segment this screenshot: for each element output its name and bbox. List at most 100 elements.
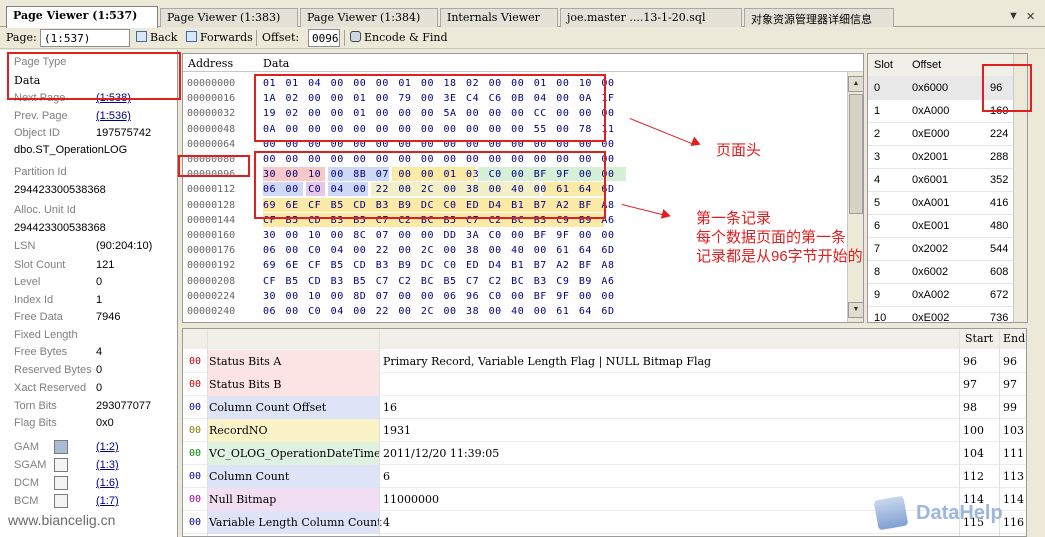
slot-value: 480	[990, 220, 1009, 232]
site-watermark: www.biancelig.cn	[8, 512, 116, 528]
slot-row[interactable]: 4 0x6001 352	[868, 169, 1027, 192]
field-name: Status Bits B	[207, 373, 379, 396]
field-name: RecordNO	[207, 419, 379, 442]
slot-offset: 0xE002	[912, 312, 950, 323]
address-column-header: Address	[188, 57, 234, 70]
dcm-checkbox[interactable]	[54, 476, 68, 490]
tab-object-explorer-details[interactable]: 对象资源管理器详细信息	[744, 8, 894, 27]
bcm-checkbox[interactable]	[54, 494, 68, 508]
start-column-header: Start	[965, 332, 994, 345]
object-id-value: 197575742	[96, 127, 152, 139]
back-button[interactable]: Back	[136, 31, 177, 44]
hex-address: 00000192	[187, 260, 236, 272]
slot-value: 544	[990, 243, 1009, 255]
page-properties-panel: Page Type Data Next Page (1:538) Prev. P…	[0, 50, 178, 537]
tab-internals-viewer[interactable]: Internals Viewer	[440, 8, 558, 27]
first-record-note-line3: 记录都是从96字节开始的	[696, 248, 863, 265]
slot-96-highlight-box	[982, 64, 1032, 112]
hex-header: Address Data	[183, 54, 863, 72]
scroll-thumb[interactable]	[849, 94, 863, 214]
field-end: 96	[1003, 355, 1017, 368]
record-field-row[interactable]: 00 Column Count 6 112 113	[183, 465, 1026, 488]
tab-list-dropdown-icon[interactable]: ▼	[1008, 10, 1019, 22]
alloc-unit-id-value: 294423300538368	[14, 222, 106, 234]
hex-address: 00000112	[187, 184, 236, 196]
hex-address: 00000224	[187, 290, 236, 302]
field-tag: 00	[188, 425, 202, 436]
field-value: 1931	[383, 424, 411, 437]
slot-row[interactable]: 10 0xE002 736	[868, 307, 1027, 323]
encode-find-button[interactable]: Encode & Find	[350, 31, 448, 44]
offset-label: Offset:	[262, 31, 300, 44]
slot-row[interactable]: 9 0xA002 672	[868, 284, 1027, 307]
record-field-row[interactable]: 00 Status Bits A Primary Record, Variable …	[183, 350, 1026, 373]
field-tag: 00	[188, 517, 202, 528]
record-field-row[interactable]: 00 Status Bits B 97 97	[183, 373, 1026, 396]
page-input[interactable]: (1:537)	[40, 29, 130, 47]
hex-row: 00000240 06 00 C0 04 00 22 00 2C 00 38 00…	[183, 304, 847, 319]
slot-slot: 2	[874, 128, 881, 140]
record-field-row[interactable]: 00 VC_OLOG_OperationDateTime 2011/12/20 11…	[183, 442, 1026, 465]
logo-icon	[873, 495, 909, 531]
page-label: Page:	[6, 31, 37, 44]
partition-id-value: 294423300538368	[14, 184, 106, 196]
field-name: Null Bitmap	[207, 488, 379, 511]
hex-address: 00000160	[187, 230, 236, 241]
slot-row[interactable]: 8 0x6002 608	[868, 261, 1027, 284]
hex-bytes[interactable]: 06 00 C0 04 00 22 00 2C 00 38 00 40 00 6…	[263, 304, 803, 319]
slot-value: 416	[990, 197, 1009, 209]
forwards-button[interactable]: Forwards	[186, 31, 253, 44]
bcm-link[interactable]: (1:7)	[96, 495, 119, 507]
tab-sql-file[interactable]: joe.master ....13-1-20.sql	[560, 8, 742, 27]
slot-row[interactable]: 7 0x2002 544	[868, 238, 1027, 261]
field-tag: 00	[188, 494, 202, 505]
hex-address: 00000144	[187, 214, 236, 226]
hex-address: 00000256	[187, 319, 247, 322]
object-name: dbo.ST_OperationLOG	[14, 144, 128, 156]
close-icon[interactable]: ✕	[1026, 10, 1035, 23]
toolbar-separator	[344, 30, 345, 46]
tab-page-viewer-384[interactable]: Page Viewer (1:384)	[300, 8, 438, 27]
offset-column-header: Offset	[912, 59, 942, 71]
dcm-link[interactable]: (1:6)	[96, 477, 119, 489]
scroll-up-icon[interactable]: ▲	[848, 76, 863, 92]
slot-column-header: Slot	[874, 59, 893, 71]
slot-row[interactable]: 6 0xE001 480	[868, 215, 1027, 238]
record-field-row[interactable]: 00 RecordNO 1931 100 103	[183, 419, 1026, 442]
field-name: VC_OLOG_OperationDateTime	[207, 442, 381, 465]
field-name: Status Bits A	[207, 350, 379, 373]
hex-bytes[interactable]: CF B5 CD B3 B5 C7 C2 BC B5 C7 C2 BC B3 C…	[263, 274, 803, 289]
scroll-down-icon[interactable]: ▼	[848, 302, 863, 318]
slot-offset: 0x6002	[912, 266, 949, 278]
slot-row[interactable]: 2 0xE000 224	[868, 123, 1027, 146]
hex-bytes[interactable]: 30 00 10 00 8D 07 00 00 06 96 C0 00 BF 9…	[263, 289, 803, 304]
hex-address: 00000064	[187, 138, 236, 150]
offset-96-highlight-box	[178, 155, 250, 177]
offset-input[interactable]: 0096	[308, 29, 340, 47]
gam-link[interactable]: (1:2)	[96, 441, 119, 453]
slot-row[interactable]: 3 0x2001 288	[868, 146, 1027, 169]
sgam-checkbox[interactable]	[54, 458, 68, 472]
sgam-link[interactable]: (1:3)	[96, 459, 119, 471]
field-start: 98	[963, 401, 977, 414]
sgam-label: SGAM	[14, 459, 47, 471]
slot-value: 608	[990, 266, 1009, 278]
prev-page-link[interactable]: (1:536)	[96, 110, 131, 122]
hex-row: 00000208 CF B5 CD B3 B5 C7 C2 BC B5 C7 C2…	[183, 274, 847, 289]
tab-page-viewer-383[interactable]: Page Viewer (1:383)	[160, 8, 298, 27]
hex-bytes[interactable]: 69 6E CF B5 CD B3 B9 DC C0 ED D4 B1 B7 A…	[263, 319, 803, 322]
gam-checkbox[interactable]	[54, 440, 68, 454]
hex-scrollbar[interactable]: ▲ ▼	[847, 72, 863, 322]
bcm-label: BCM	[14, 495, 39, 507]
field-start: 96	[963, 355, 977, 368]
level-value: 0	[96, 276, 103, 288]
record-field-row[interactable]: 00 Column Count Offset 16 98 99	[183, 396, 1026, 419]
logo-text: DataHelp	[916, 502, 1003, 524]
first-record-highlight-box	[254, 151, 606, 219]
partition-id-label: Partition Id	[14, 166, 67, 178]
page-type-highlight-box	[7, 52, 181, 100]
hex-address: 00000240	[187, 306, 236, 317]
slot-row[interactable]: 5 0xA001 416	[868, 192, 1027, 215]
tab-page-viewer-537[interactable]: Page Viewer (1:537)	[6, 6, 158, 28]
field-value: Primary Record, Variable Length Flag | N…	[383, 355, 712, 368]
